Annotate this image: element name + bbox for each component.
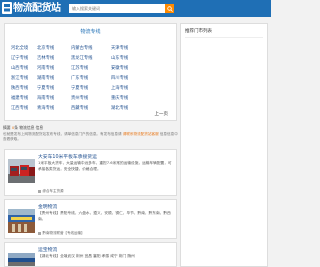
contact-support-link[interactable]: 请联系物流配货站客服	[123, 132, 159, 136]
route-link[interactable]: 北京专线	[37, 45, 54, 51]
route-link[interactable]: 重庆专线	[111, 95, 128, 101]
route-link[interactable]: 福建专线	[11, 95, 28, 101]
route-link[interactable]: 辽宁专线	[11, 55, 28, 61]
route-link[interactable]: 河北全境	[11, 45, 28, 51]
route-link[interactable]: 浙江专线	[11, 75, 28, 81]
route-link[interactable]: 安徽专线	[111, 65, 128, 71]
route-link[interactable]: 吉林专线	[37, 55, 54, 61]
search-button[interactable]	[165, 4, 174, 13]
route-link[interactable]: 宁夏专线	[37, 85, 54, 91]
truck-photo	[8, 159, 35, 183]
route-link[interactable]: 湖南专线	[37, 75, 54, 81]
summary-prefix: 摘要	[3, 125, 12, 130]
route-link[interactable]: 湖北专线	[111, 105, 128, 111]
route-link[interactable]: 内蒙古专线	[71, 45, 92, 51]
listing-tag: 黔南物流联营【专线运输】	[38, 231, 85, 236]
logo-icon	[2, 2, 12, 14]
route-link[interactable]: 山东专线	[111, 55, 128, 61]
route-link[interactable]: 江西专线	[11, 105, 28, 111]
prev-page-link[interactable]: 上一页	[155, 111, 169, 117]
route-link[interactable]: 河南专线	[37, 65, 54, 71]
listing-tag: 综合车主货源	[38, 189, 64, 194]
top-header: 物流配货站	[0, 0, 271, 17]
sidebar-panel: 推荐门市列表	[180, 23, 268, 267]
listing-description: 1米平板大货车，大量运输中远多车，重担7.6米常的运输设施，运输车辆配置，可承接…	[38, 161, 172, 171]
route-link[interactable]: 陕西专线	[11, 85, 28, 91]
sidebar-divider	[185, 37, 263, 38]
route-link[interactable]: 宁夏专线	[71, 85, 88, 91]
listing-title[interactable]: 金明物流	[38, 203, 57, 210]
summary-suffix: 条 物流信息 信息	[14, 125, 44, 130]
search-input[interactable]	[69, 4, 165, 13]
route-link[interactable]: 海南专线	[37, 95, 54, 101]
route-link[interactable]: 上海专线	[111, 85, 128, 91]
listing-card[interactable]: 金明物流 【贵州专线】贵阳专线，六盘水，遵义，安顺，铜仁，毕节，黔南，黔东南，黔…	[4, 199, 177, 239]
search-icon	[166, 5, 173, 12]
route-link[interactable]: 贵州专线	[71, 95, 88, 101]
listing-description: 【贵州专线】贵阳专线，六盘水，遵义，安顺，铜仁，毕节，黔南，黔东南，黔西南。	[38, 211, 171, 221]
notice-text: 也就是发布上网物流配货站发布专线，请单信息门户的信息。有发布信息请 请联系物流配…	[3, 132, 179, 142]
routes-panel: 物流专线 河北全境 北京专线 内蒙古专线 天津专线 辽宁专线 吉林专线 黑龙江专…	[4, 23, 177, 121]
route-link[interactable]: 天津专线	[111, 45, 128, 51]
listing-title[interactable]: 大安车10米平板车承接货运	[38, 153, 97, 160]
summary-line: 摘要 0条 物流信息 信息	[3, 125, 43, 131]
listing-card[interactable]: 运宝物流 【湖北专线】全境武汉 荆州 宜昌 襄阳 孝感 咸宁 荆门 随州	[4, 242, 177, 267]
route-link[interactable]: 黑龙江专线	[71, 55, 92, 61]
route-link[interactable]: 西藏专线	[71, 105, 88, 111]
logistics-photo	[8, 252, 35, 266]
sidebar-title: 推荐门市列表	[185, 29, 212, 34]
route-link[interactable]: 广东专线	[71, 75, 88, 81]
route-link[interactable]: 江苏专线	[71, 65, 88, 71]
route-link[interactable]: 青海专线	[37, 105, 54, 111]
listing-description: 【湖北专线】全境武汉 荆州 宜昌 襄阳 孝感 咸宁 荆门 随州	[38, 254, 135, 258]
logistics-photo	[8, 209, 35, 233]
route-link[interactable]: 山西专线	[11, 65, 28, 71]
listing-title[interactable]: 运宝物流	[38, 246, 57, 253]
route-link[interactable]: 四川专线	[111, 75, 128, 81]
site-logo-text[interactable]: 物流配货站	[13, 2, 61, 15]
listing-card[interactable]: 大安车10米平板车承接货运 1米平板大货车，大量运输中远多车，重担7.6米常的运…	[4, 149, 177, 196]
routes-title: 物流专线	[80, 29, 101, 35]
notice-body: 也就是发布上网物流配货站发布专线，请单信息门户的信息。有发布信息请	[3, 132, 123, 136]
